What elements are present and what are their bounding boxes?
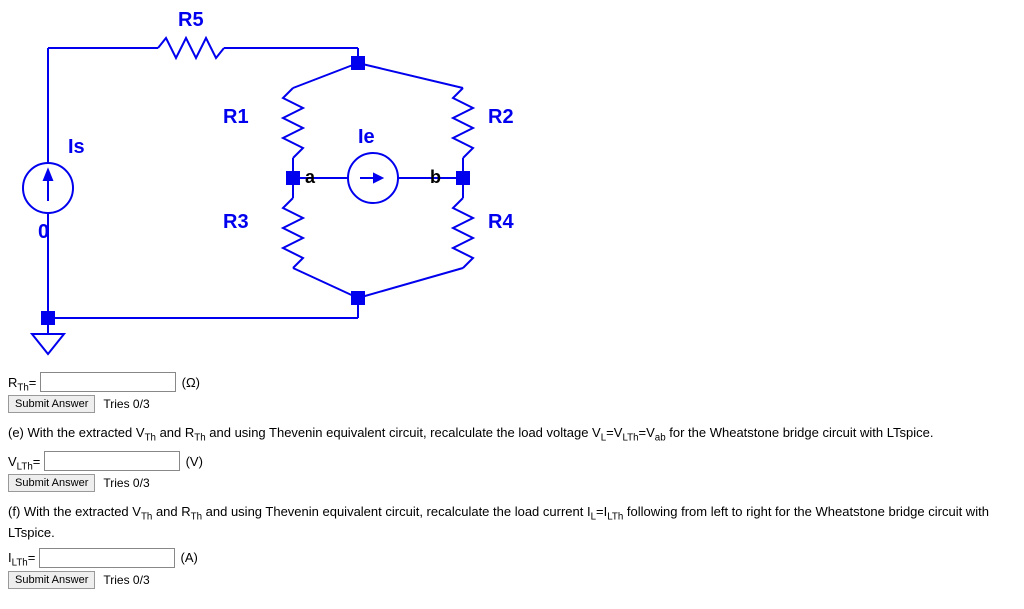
label-node-a: a bbox=[305, 167, 316, 187]
label-node-b: b bbox=[430, 167, 441, 187]
vlth-tries: Tries 0/3 bbox=[103, 476, 149, 490]
label-r3: R3 bbox=[223, 211, 249, 233]
ilth-unit: (A) bbox=[181, 550, 198, 565]
ilth-submit-button[interactable]: Submit Answer bbox=[8, 571, 95, 589]
vlth-unit: (V) bbox=[186, 454, 203, 469]
label-r4: R4 bbox=[488, 211, 514, 233]
vlth-submit-button[interactable]: Submit Answer bbox=[8, 474, 95, 492]
label-r2: R2 bbox=[488, 106, 514, 128]
rth-input[interactable] bbox=[40, 372, 176, 392]
rth-unit: (Ω) bbox=[182, 375, 200, 390]
label-r1: R1 bbox=[223, 106, 249, 128]
circuit-diagram: R5 R1 R2 R3 R4 Is Ie a b 0 bbox=[8, 8, 588, 368]
rth-submit-button[interactable]: Submit Answer bbox=[8, 395, 95, 413]
rth-label: RTh= bbox=[8, 375, 40, 390]
label-is: Is bbox=[68, 136, 85, 158]
label-r5: R5 bbox=[178, 9, 204, 31]
vlth-label: VLTh= bbox=[8, 454, 44, 469]
vlth-input[interactable] bbox=[44, 451, 180, 471]
question-f-prose: (f) With the extracted VTh and RTh and u… bbox=[8, 504, 1016, 541]
ilth-input[interactable] bbox=[39, 548, 175, 568]
question-e-prose: (e) With the extracted VTh and RTh and u… bbox=[8, 425, 1016, 445]
ilth-tries: Tries 0/3 bbox=[103, 573, 149, 587]
label-ie: Ie bbox=[358, 126, 375, 148]
ilth-label: ILTh= bbox=[8, 550, 39, 565]
label-ground-zero: 0 bbox=[38, 221, 49, 243]
rth-tries: Tries 0/3 bbox=[103, 397, 149, 411]
